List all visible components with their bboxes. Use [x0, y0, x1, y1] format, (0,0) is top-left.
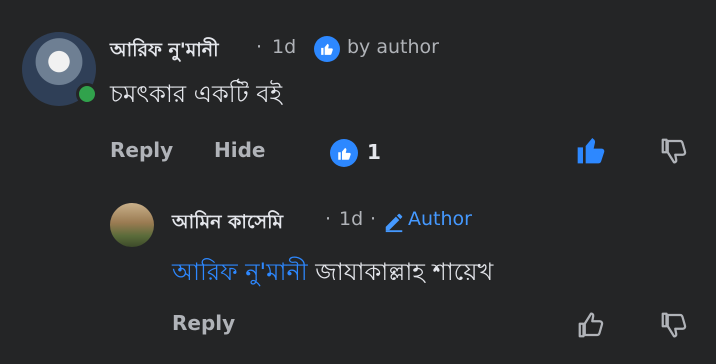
pencil-icon: [383, 211, 405, 233]
like-badge-icon: [314, 36, 340, 62]
mention-link[interactable]: আরিফ নু'মানী: [172, 258, 308, 286]
reply-button[interactable]: Reply: [110, 138, 173, 162]
dislike-outline-icon[interactable]: [659, 310, 689, 340]
reply-author-name[interactable]: আমিন কাসেমি: [172, 208, 283, 240]
comment-timestamp[interactable]: 1d: [272, 36, 296, 58]
comment-author-name[interactable]: আরিফ নু'মানী: [110, 36, 219, 68]
reaction-count[interactable]: 1: [367, 140, 381, 164]
separator-dot: ·: [256, 36, 263, 58]
separator-dot: ·: [325, 208, 332, 230]
reply-message: জাযাকাল্লাহ শায়েখ: [315, 258, 494, 286]
reply-avatar[interactable]: [110, 203, 154, 247]
like-icon[interactable]: [575, 134, 607, 166]
reply-reply-button[interactable]: Reply: [172, 311, 235, 335]
author-badge: Author: [408, 208, 472, 230]
reply-text: আরিফ নু'মানী জাযাকাল্লাহ শায়েখ: [172, 254, 493, 294]
hide-button[interactable]: Hide: [214, 138, 265, 162]
online-status-indicator: [76, 83, 98, 105]
like-outline-icon[interactable]: [576, 310, 606, 340]
comment-text: চমৎকার একটি বই: [110, 80, 283, 108]
dislike-icon[interactable]: [659, 136, 689, 166]
reaction-like-icon[interactable]: [330, 139, 358, 167]
by-author-tag: by author: [347, 36, 439, 58]
reply-timestamp[interactable]: 1d: [339, 208, 363, 230]
separator-dot: ·: [370, 208, 377, 230]
